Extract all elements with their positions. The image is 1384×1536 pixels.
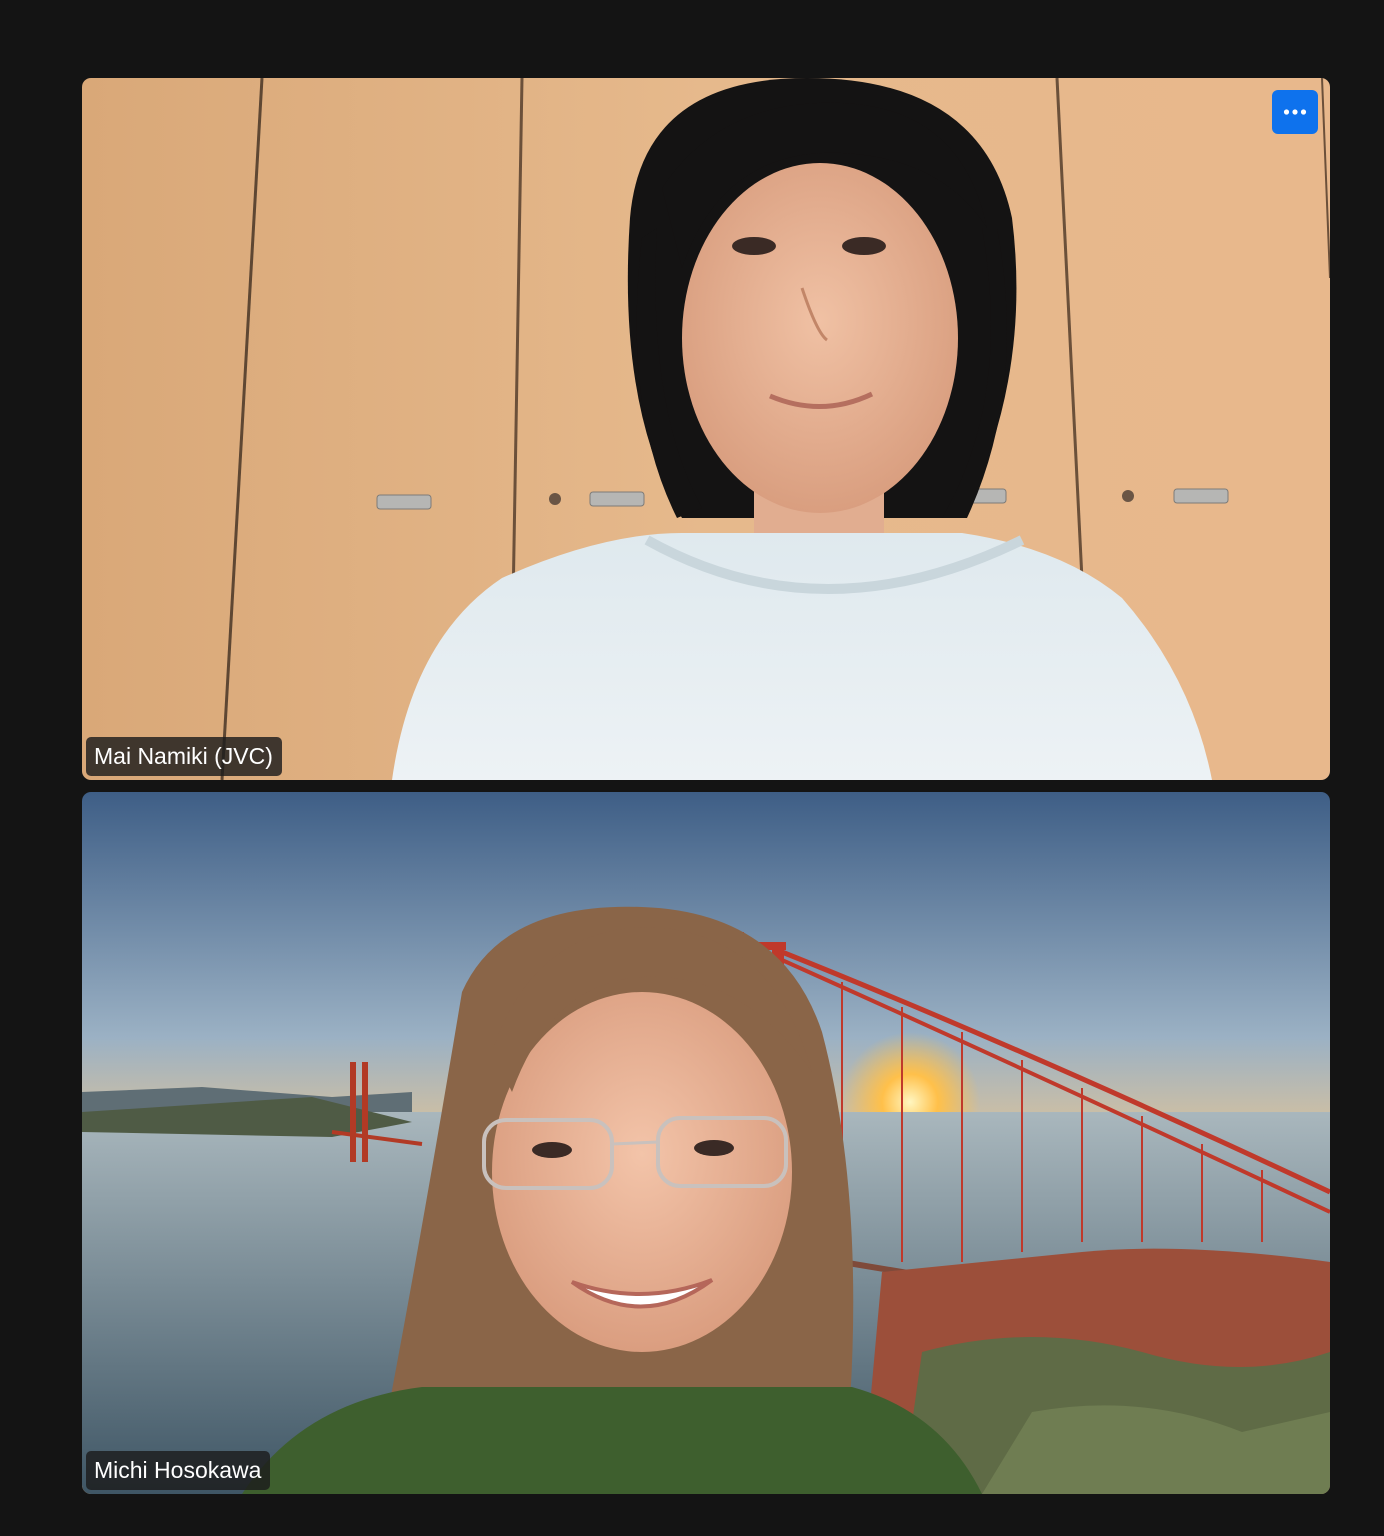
participant-video-tile[interactable]: Michi Hosokawa (82, 792, 1330, 1494)
participant-name-label: Mai Namiki (JVC) (86, 737, 282, 776)
video-gallery: Mai Namiki (JVC) Michi Hosokawa (0, 0, 1384, 1536)
participant-name-label: Michi Hosokawa (86, 1451, 271, 1490)
participant-video-tile[interactable]: Mai Namiki (JVC) (82, 78, 1330, 780)
participant-video-feed (82, 792, 1330, 1494)
more-options-button[interactable] (1272, 90, 1318, 134)
participant-video-feed (82, 78, 1330, 780)
ellipsis-icon (1283, 103, 1307, 121)
